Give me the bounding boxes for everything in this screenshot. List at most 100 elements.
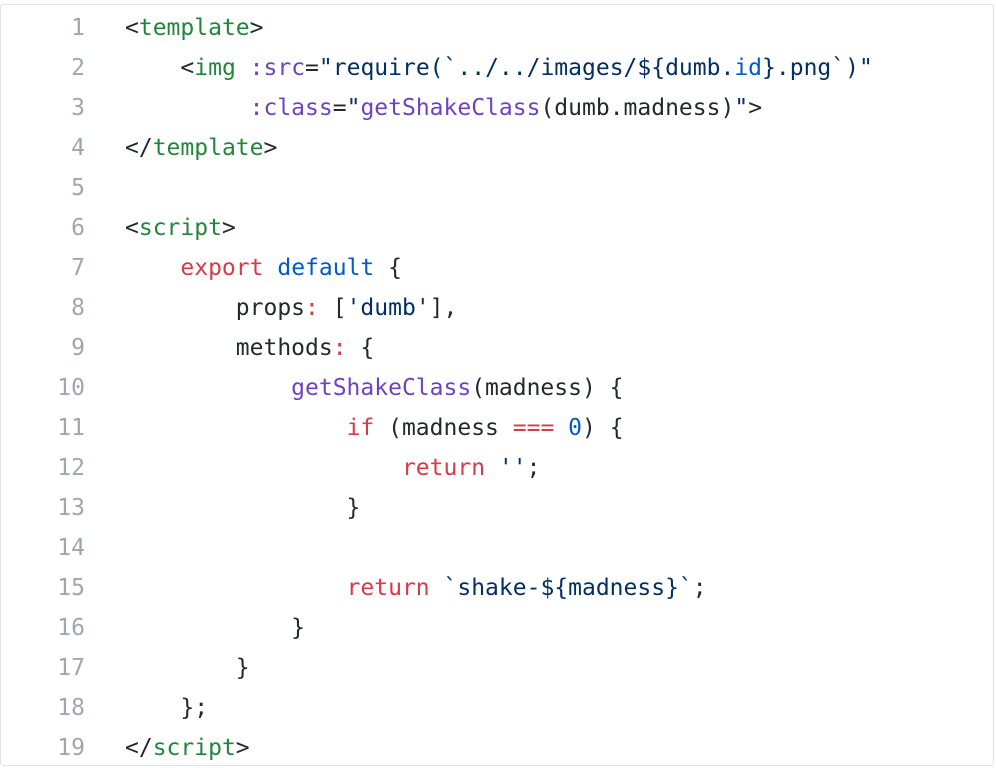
code-token: ": [734, 95, 749, 121]
code-line: 13 }: [1, 488, 993, 528]
code-token: default: [277, 255, 375, 281]
code-text: export default {: [85, 248, 993, 288]
code-token: >: [263, 135, 278, 161]
code-token: };: [125, 695, 209, 721]
code-line: 1 <template>: [1, 8, 993, 48]
code-text: };: [85, 688, 993, 728]
code-line: 12 return '';: [1, 448, 993, 488]
code-token: return: [401, 455, 486, 481]
code-line: 8 props: ['dumb'],: [1, 288, 993, 328]
code-token: script: [138, 215, 222, 241]
code-text: return '';: [85, 448, 993, 488]
code-token: script: [152, 735, 236, 761]
code-text: }: [85, 488, 993, 528]
code-token: ],: [429, 295, 458, 321]
code-token: >: [748, 95, 763, 121]
code-token: <: [125, 215, 139, 241]
code-token: }: [125, 655, 250, 681]
code-token: ;: [526, 455, 541, 481]
code-token: id: [734, 55, 763, 81]
code-text: }: [85, 648, 993, 688]
code-token: :class: [249, 95, 333, 121]
line-number: 3: [71, 95, 85, 121]
code-token: 0: [568, 415, 583, 441]
code-token: :src: [249, 55, 306, 81]
code-token: return: [346, 575, 430, 601]
line-number: 11: [57, 415, 85, 441]
code-token: ": [346, 95, 361, 121]
code-line: 5: [1, 168, 993, 208]
code-token: getShakeClass: [291, 375, 472, 401]
code-text: <img :src="require(`../../images/${dumb.…: [85, 48, 993, 88]
line-number: 6: [71, 215, 85, 241]
code-token: template: [138, 15, 250, 41]
code-line: 15 return `shake-${madness}`;: [1, 568, 993, 608]
line-number: 4: [71, 135, 85, 161]
line-number: 12: [57, 455, 85, 481]
code-token: "require(`../../images/${dumb.: [318, 55, 735, 81]
code-viewer: 1 <template> 2 <img :src="require(`../../i…: [0, 4, 994, 766]
line-number: 10: [57, 375, 85, 401]
code-text: <script>: [85, 208, 993, 248]
code-token: '': [498, 455, 527, 481]
code-token: template: [152, 135, 264, 161]
code-token: ;: [692, 575, 707, 601]
code-token: }: [125, 615, 306, 641]
line-number: 18: [57, 695, 85, 721]
code-token: 'dumb': [346, 295, 430, 321]
code-line: 10 getShakeClass(madness) {: [1, 368, 993, 408]
code-token: >: [221, 215, 236, 241]
code-text: <template>: [85, 8, 993, 48]
code-token: <: [125, 55, 195, 81]
code-token: (dumb.madness): [540, 95, 735, 121]
code-token: `shake-${madness}`: [443, 575, 693, 601]
line-number: 5: [71, 175, 85, 201]
code-token: }: [125, 495, 361, 521]
code-token: export: [180, 255, 264, 281]
code-text: }: [85, 608, 993, 648]
code-text: methods: {: [85, 328, 993, 368]
code-line: 18 };: [1, 688, 993, 728]
code-token: {: [346, 335, 375, 361]
code-text: </script>: [85, 728, 993, 765]
code-line: 3 :class="getShakeClass(dumb.madness)">: [1, 88, 993, 128]
code-token: =: [332, 95, 347, 121]
code-text: if (madness === 0) {: [85, 408, 993, 448]
code-line: 17 }: [1, 648, 993, 688]
code-line: 9 methods: {: [1, 328, 993, 368]
code-token: methods: [125, 335, 333, 361]
code-text: return `shake-${madness}`;: [85, 568, 993, 608]
line-number: 2: [71, 55, 85, 81]
line-number: 9: [71, 335, 85, 361]
code-token: if: [346, 415, 375, 441]
code-token: {: [374, 255, 402, 281]
code-token: props: [125, 295, 306, 321]
line-number: 14: [57, 535, 85, 561]
code-token: img: [194, 55, 236, 81]
line-number: 7: [71, 255, 85, 281]
code-line: 16 }: [1, 608, 993, 648]
code-text: </template>: [85, 128, 993, 168]
code-line: 11 if (madness === 0) {: [1, 408, 993, 448]
code-token: (madness: [374, 415, 513, 441]
line-number: 1: [71, 15, 85, 41]
code-token: (madness) {: [471, 375, 624, 401]
code-line: 19 </script>: [1, 728, 993, 765]
code-line: 7 export default {: [1, 248, 993, 288]
code-token: getShakeClass: [360, 95, 541, 121]
code-token: </: [125, 135, 153, 161]
code-lines: 1 <template> 2 <img :src="require(`../../i…: [1, 8, 993, 765]
code-token: =: [305, 55, 319, 81]
code-token: }.png`)": [762, 55, 873, 81]
line-number: 19: [57, 735, 85, 761]
code-token: >: [249, 15, 264, 41]
